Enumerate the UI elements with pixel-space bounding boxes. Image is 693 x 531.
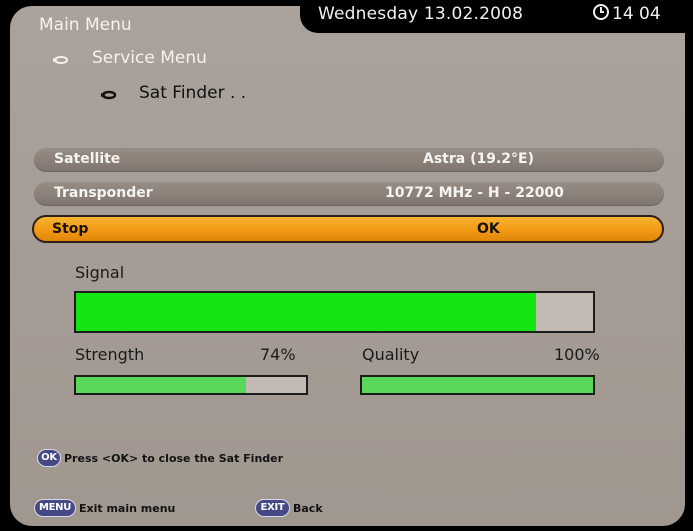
ok-hint-text: Press <OK> to close the Sat Finder [64, 452, 284, 465]
breadcrumb-service-menu: Service Menu [92, 48, 207, 68]
satellite-row[interactable]: Satellite Astra (19.2°E) [34, 148, 664, 172]
signal-bar-fill [76, 293, 537, 331]
stop-row[interactable]: Stop OK [32, 215, 664, 243]
strength-bar [74, 375, 308, 395]
strength-label: Strength [75, 345, 145, 364]
stop-value: OK [477, 221, 500, 237]
quality-bar [360, 375, 595, 395]
page-title: Sat Finder . . [139, 83, 247, 103]
satellite-label: Satellite [54, 151, 121, 167]
transponder-label: Transponder [54, 185, 153, 201]
quality-value: 100% [554, 345, 600, 364]
clock-icon [593, 4, 609, 20]
breadcrumb-main-menu: Main Menu [39, 15, 132, 35]
ok-key-button[interactable]: OK [37, 449, 61, 467]
transponder-value: 10772 MHz - H - 22000 [385, 185, 564, 201]
strength-bar-fill [76, 377, 247, 393]
current-arrow-icon [101, 90, 117, 100]
clock-display: 14 04 [593, 4, 661, 24]
time-text: 14 04 [612, 4, 661, 24]
stop-label: Stop [52, 221, 89, 237]
menu-hint-text: Exit main menu [79, 502, 176, 515]
signal-bar [74, 291, 595, 333]
exit-hint-text: Back [293, 502, 323, 515]
quality-bar-fill [362, 377, 593, 393]
return-arrow-icon [53, 56, 69, 64]
date-display: Wednesday 13.02.2008 [318, 4, 524, 24]
satellite-value: Astra (19.2°E) [423, 151, 534, 167]
strength-value: 74% [260, 345, 296, 364]
signal-label: Signal [75, 263, 125, 282]
exit-key-button[interactable]: EXIT [255, 499, 290, 517]
transponder-row[interactable]: Transponder 10772 MHz - H - 22000 [34, 182, 664, 206]
menu-key-button[interactable]: MENU [34, 499, 76, 517]
quality-label: Quality [362, 345, 420, 364]
